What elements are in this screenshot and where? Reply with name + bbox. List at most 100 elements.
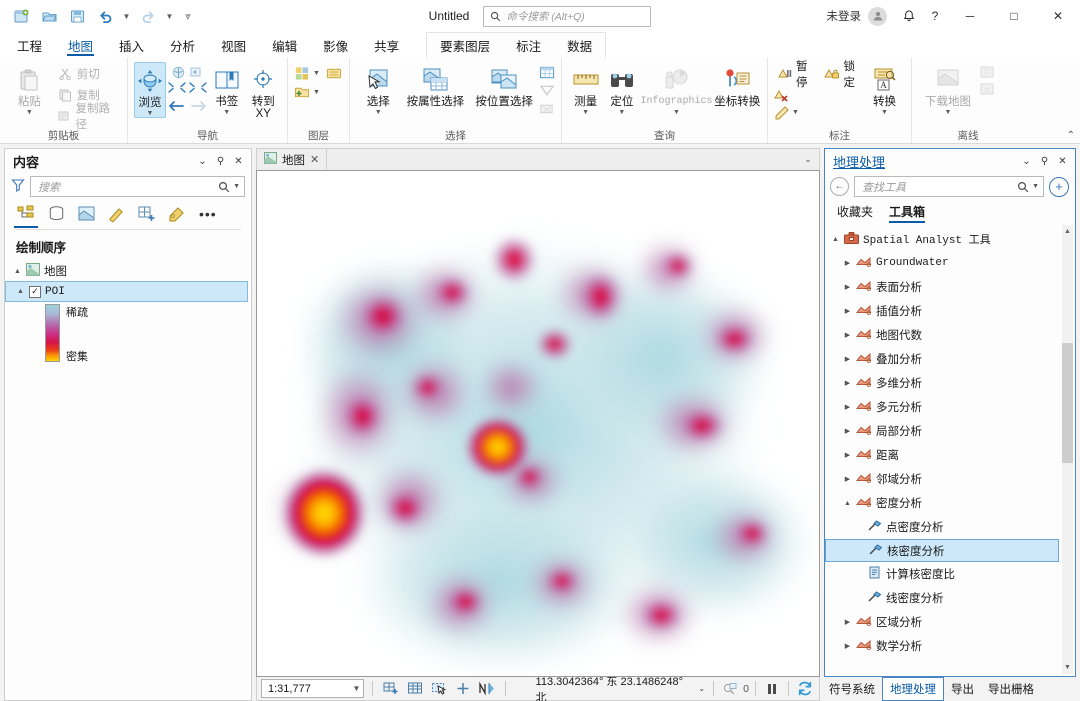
- add-data-icon[interactable]: [294, 84, 310, 100]
- ribbon-tab-labeling[interactable]: 标注: [503, 33, 554, 58]
- close-icon[interactable]: ✕: [1036, 0, 1080, 32]
- customize-quick-access-toolbar-icon[interactable]: ⩔: [178, 4, 198, 28]
- close-icon[interactable]: ✕: [230, 152, 247, 170]
- chevron-down-icon[interactable]: ⌄: [194, 152, 211, 170]
- open-project-icon[interactable]: [36, 4, 62, 28]
- tree-item-distance[interactable]: ▶ 距离: [825, 443, 1075, 467]
- sync-map-icon[interactable]: [979, 64, 995, 80]
- select-by-shape-icon[interactable]: [539, 82, 555, 98]
- list-by-labeling-icon[interactable]: [163, 202, 189, 226]
- add-data-from-path-icon[interactable]: [326, 65, 342, 81]
- zoom-in-fixed-icon[interactable]: [167, 81, 187, 97]
- select-by-location-button[interactable]: 按位置选择: [470, 62, 538, 108]
- coordinate-conversion-button[interactable]: 坐标转换: [713, 62, 761, 108]
- download-map-button[interactable]: 下载地图 ▼: [918, 62, 978, 116]
- attribute-table-icon[interactable]: [405, 679, 424, 698]
- dock-tab-export-raster[interactable]: 导出栅格: [981, 677, 1041, 701]
- expand-arrow-icon[interactable]: ▲: [13, 268, 22, 275]
- collapse-arrow-icon[interactable]: ▶: [843, 259, 852, 267]
- collapse-arrow-icon[interactable]: ▶: [843, 642, 852, 650]
- tab-toolboxes[interactable]: 工具箱: [889, 203, 926, 223]
- search-options-dropdown-icon[interactable]: ▼: [1032, 183, 1039, 190]
- tree-item-surface-analysis[interactable]: ▶ 表面分析: [825, 275, 1075, 299]
- collapse-arrow-icon[interactable]: ▶: [843, 379, 852, 387]
- list-by-data-source-icon[interactable]: [43, 202, 69, 226]
- paste-dropdown-icon[interactable]: ▼: [26, 109, 33, 116]
- download-map-dropdown-icon[interactable]: ▼: [945, 109, 952, 116]
- dock-tab-symbology[interactable]: 符号系统: [822, 677, 882, 701]
- collapse-arrow-icon[interactable]: ▶: [843, 618, 852, 626]
- label-settings-dropdown-icon[interactable]: ▼: [792, 109, 799, 116]
- pin-icon[interactable]: ⚲: [212, 152, 229, 170]
- toc-layer-poi[interactable]: ▲ ✓ POI: [5, 281, 248, 302]
- chevron-down-icon[interactable]: ⌄: [1018, 152, 1035, 170]
- collapse-arrow-icon[interactable]: ▶: [843, 451, 852, 459]
- add-basemap-icon[interactable]: [381, 679, 400, 698]
- save-project-icon[interactable]: [64, 4, 90, 28]
- infographics-dropdown-icon[interactable]: ▼: [673, 109, 680, 116]
- list-by-selection-icon[interactable]: [73, 202, 99, 226]
- geoprocessing-panel-title[interactable]: 地理处理: [833, 152, 885, 171]
- measure-dropdown-icon[interactable]: ▼: [582, 109, 589, 116]
- tree-item-neighborhood-analysis[interactable]: ▶ 邻域分析: [825, 467, 1075, 491]
- tab-favorites[interactable]: 收藏夹: [837, 203, 873, 223]
- tree-item-map-algebra[interactable]: ▶ 地图代数: [825, 323, 1075, 347]
- add-data-dropdown-icon[interactable]: ▼: [313, 89, 320, 96]
- locate-dropdown-icon[interactable]: ▼: [618, 109, 625, 116]
- filter-icon[interactable]: [11, 178, 25, 195]
- expand-arrow-icon[interactable]: ▲: [16, 288, 25, 295]
- clear-selection-icon[interactable]: [454, 679, 473, 698]
- close-icon[interactable]: ✕: [1054, 152, 1071, 170]
- maximize-icon[interactable]: □: [992, 0, 1036, 32]
- list-by-editing-icon[interactable]: [103, 202, 129, 226]
- tree-item-kernel-density[interactable]: 核密度分析: [825, 539, 1059, 562]
- expand-arrow-icon[interactable]: ▲: [831, 236, 840, 243]
- lock-labels-button[interactable]: 锁定: [821, 61, 862, 89]
- ribbon-tab-share[interactable]: 共享: [361, 32, 412, 58]
- ribbon-tab-imagery[interactable]: 影像: [310, 32, 361, 58]
- geoprocessing-search-input[interactable]: 查找工具 ▼: [854, 176, 1044, 197]
- contents-more-options-icon[interactable]: •••: [199, 206, 217, 222]
- tree-item-groundwater[interactable]: ▶ Groundwater: [825, 251, 1075, 275]
- collapse-arrow-icon[interactable]: ▶: [843, 331, 852, 339]
- tree-item-multidimension-analysis[interactable]: ▶ 多维分析: [825, 371, 1075, 395]
- dock-tab-geoprocessing[interactable]: 地理处理: [882, 677, 944, 701]
- toc-map-node[interactable]: ▲ 地图: [5, 261, 251, 281]
- explore-button[interactable]: 浏览 ▼: [134, 62, 166, 118]
- undo-dropdown-icon[interactable]: ▼: [120, 4, 133, 28]
- tree-item-math-analysis[interactable]: ▶ 数学分析: [825, 634, 1075, 658]
- help-icon[interactable]: ?: [922, 3, 948, 29]
- expand-arrow-icon[interactable]: ▲: [843, 500, 852, 507]
- previous-extent-thumbnail-icon[interactable]: [189, 64, 205, 80]
- remove-offline-map-icon[interactable]: [979, 81, 995, 97]
- scroll-up-icon[interactable]: ▲: [1062, 225, 1073, 238]
- coordinate-units-dropdown-icon[interactable]: ⌄: [698, 684, 705, 693]
- ribbon-tab-feature-layer[interactable]: 要素图层: [427, 33, 503, 58]
- collapse-arrow-icon[interactable]: ▶: [843, 475, 852, 483]
- tree-item-spatial-analyst-toolbox[interactable]: ▲ Spatial Analyst 工具: [825, 227, 1075, 251]
- pause-labeling-button[interactable]: 暂停: [774, 61, 815, 89]
- collapse-arrow-icon[interactable]: ▶: [843, 307, 852, 315]
- infographics-button[interactable]: Infographics ▼: [640, 62, 712, 116]
- undo-icon[interactable]: [92, 4, 118, 28]
- map-view-tab[interactable]: 地图 ✕: [257, 149, 328, 170]
- select-tool-icon[interactable]: [429, 679, 448, 698]
- tree-item-overlay-analysis[interactable]: ▶ 叠加分析: [825, 347, 1075, 371]
- ribbon-tab-view[interactable]: 视图: [208, 32, 259, 58]
- collapse-arrow-icon[interactable]: ▶: [843, 427, 852, 435]
- north-arrow-icon[interactable]: [478, 679, 497, 698]
- add-tool-icon[interactable]: +: [1049, 176, 1069, 197]
- new-project-icon[interactable]: [8, 4, 34, 28]
- search-options-dropdown-icon[interactable]: ▼: [233, 183, 240, 190]
- tree-item-local-analysis[interactable]: ▶ 局部分析: [825, 419, 1075, 443]
- bell-icon[interactable]: [896, 3, 922, 29]
- clear-selection-icon[interactable]: [539, 100, 555, 116]
- measure-button[interactable]: 测量 ▼: [568, 62, 603, 116]
- next-extent-icon[interactable]: [190, 99, 208, 116]
- chevron-down-icon[interactable]: ▼: [352, 684, 360, 693]
- scrollbar-thumb[interactable]: [1062, 343, 1073, 463]
- list-by-drawing-order-icon[interactable]: [13, 202, 39, 228]
- collapse-arrow-icon[interactable]: ▶: [843, 403, 852, 411]
- dock-tab-export[interactable]: 导出: [944, 677, 981, 701]
- collapse-arrow-icon[interactable]: ▶: [843, 283, 852, 291]
